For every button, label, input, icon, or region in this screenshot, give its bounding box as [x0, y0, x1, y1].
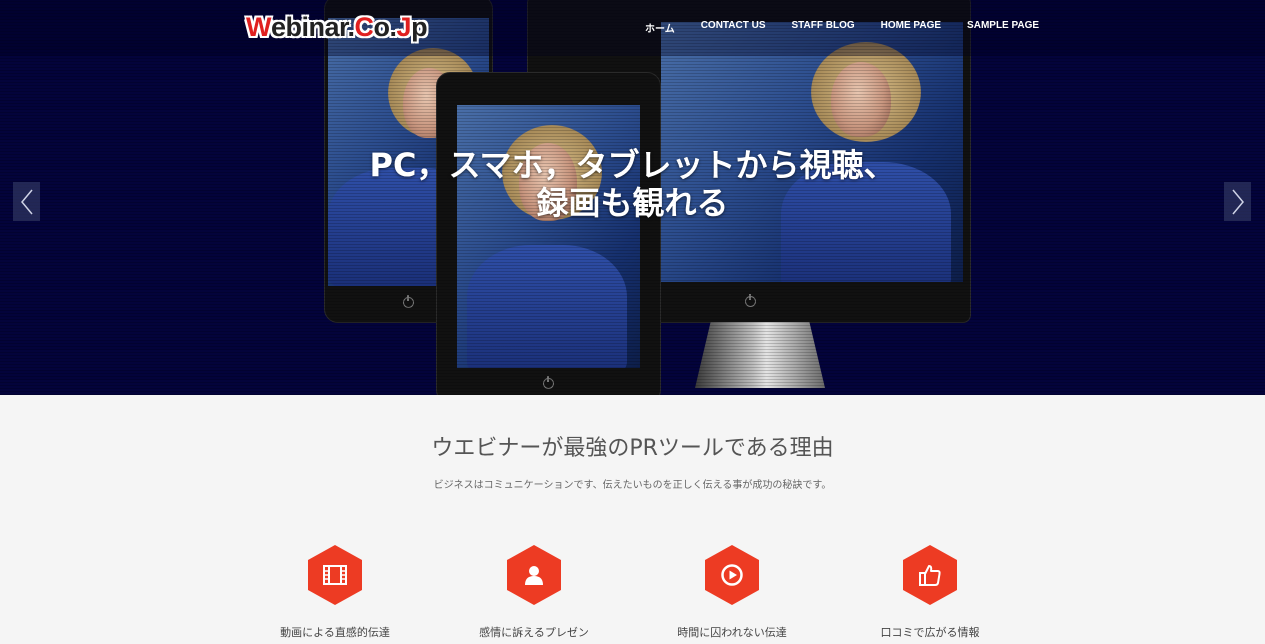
nav-item-home[interactable]: ホーム	[645, 20, 675, 35]
monitor-stand	[695, 322, 825, 388]
section-title: ウエビナーが最強のPRツールである理由	[431, 436, 834, 461]
feature-icon-badge	[705, 545, 759, 605]
hero-headline: PC，スマホ，タブレットから視聴、 録画も観れる	[0, 146, 1265, 222]
hero-headline-line1: PC，スマホ，タブレットから視聴、	[369, 146, 896, 184]
slider-next-button[interactable]	[1224, 182, 1251, 221]
tablet-device	[436, 72, 661, 395]
nav-item-contact-us[interactable]: CONTACT US	[701, 20, 766, 35]
play-icon	[721, 564, 743, 586]
feature-icon-badge	[507, 545, 561, 605]
logo-w: W	[246, 12, 271, 42]
feature-label: 動画による直感的伝達	[280, 626, 390, 639]
site-logo[interactable]: Webinar. Co. Jp	[246, 12, 428, 43]
feature-label: 口コミで広がる情報	[880, 626, 980, 639]
section-subtitle: ビジネスはコミュニケーションです、伝えたいものを正しく伝える事が成功の秘訣です。	[433, 480, 832, 491]
feature-icon-badge	[903, 545, 957, 605]
feature-icon-badge	[308, 545, 362, 605]
nav-item-home-page[interactable]: HOME PAGE	[881, 20, 941, 35]
hero-headline-line2: 録画も観れる	[536, 184, 729, 222]
main-nav: ホーム CONTACT US STAFF BLOG HOME PAGE SAMP…	[645, 20, 1065, 35]
slider-prev-button[interactable]	[13, 182, 40, 221]
hero-slider: Webinar. Co. Jp ホーム CONTACT US STAFF BLOG …	[0, 0, 1265, 395]
nav-item-sample-page[interactable]: SAMPLE PAGE	[967, 20, 1039, 35]
logo-p: p	[411, 12, 428, 42]
feature-presentation: 感情に訴えるプレゼン	[454, 545, 614, 640]
film-icon	[323, 565, 347, 585]
feature-anytime: 時間に囚われない伝達	[652, 545, 812, 640]
chevron-left-icon	[20, 189, 33, 214]
logo-c: C	[354, 12, 375, 42]
logo-j: J	[396, 12, 412, 42]
nav-item-staff-blog[interactable]: STAFF BLOG	[792, 20, 855, 35]
feature-label: 時間に囚われない伝達	[677, 626, 787, 639]
feature-word-of-mouth: 口コミで広がる情報	[850, 545, 1010, 640]
feature-video: 動画による直感的伝達	[255, 545, 415, 640]
thumbs-up-icon	[919, 565, 941, 586]
feature-label: 感情に訴えるプレゼン	[479, 626, 589, 639]
header	[0, 0, 1265, 56]
logo-ebinar: ebinar.	[270, 12, 355, 42]
logo-o: o.	[373, 12, 398, 42]
chevron-right-icon	[1231, 189, 1244, 214]
user-icon	[525, 566, 543, 585]
